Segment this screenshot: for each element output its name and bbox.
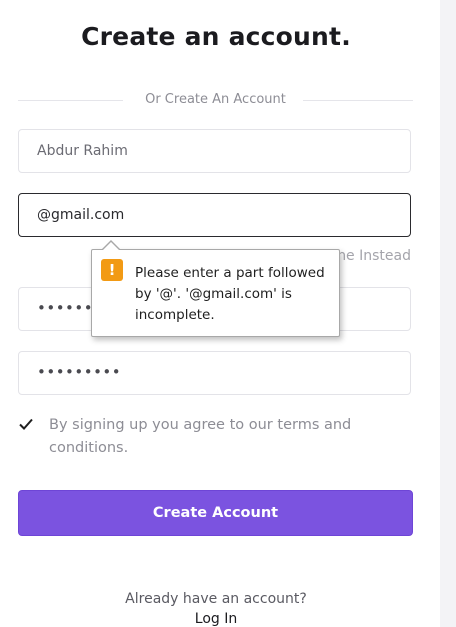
terms-label: By signing up you agree to our terms and… — [49, 417, 352, 456]
name-field[interactable]: Abdur Rahim — [18, 129, 411, 173]
signup-page: Create an account. Or Create An Account … — [0, 0, 456, 627]
divider-line-right — [303, 100, 413, 101]
email-field-value: @gmail.com — [37, 207, 125, 223]
email-field[interactable]: @gmail.com — [18, 193, 411, 237]
page-title: Create an account. — [81, 22, 351, 51]
create-account-button[interactable]: Create Account — [18, 490, 413, 536]
tooltip-message: Please enter a part followed by '@'. '@g… — [135, 265, 325, 323]
checkmark-icon — [19, 418, 33, 430]
scrollbar-track[interactable] — [440, 0, 456, 627]
tooltip-arrow-fill — [102, 242, 120, 251]
name-field-value: Abdur Rahim — [37, 143, 128, 159]
divider: Or Create An Account — [18, 90, 413, 110]
validation-tooltip: ! Please enter a part followed by '@'. '… — [91, 240, 340, 337]
warning-icon: ! — [101, 259, 123, 281]
use-phone-instead-link[interactable]: ne Instead — [337, 248, 411, 264]
terms-checkbox[interactable] — [18, 416, 36, 434]
already-have-account-text: Already have an account? — [125, 591, 307, 607]
confirm-password-field[interactable]: ••••••••• — [18, 351, 411, 395]
confirm-password-field-value: ••••••••• — [37, 363, 122, 381]
login-link[interactable]: Log In — [0, 611, 432, 627]
